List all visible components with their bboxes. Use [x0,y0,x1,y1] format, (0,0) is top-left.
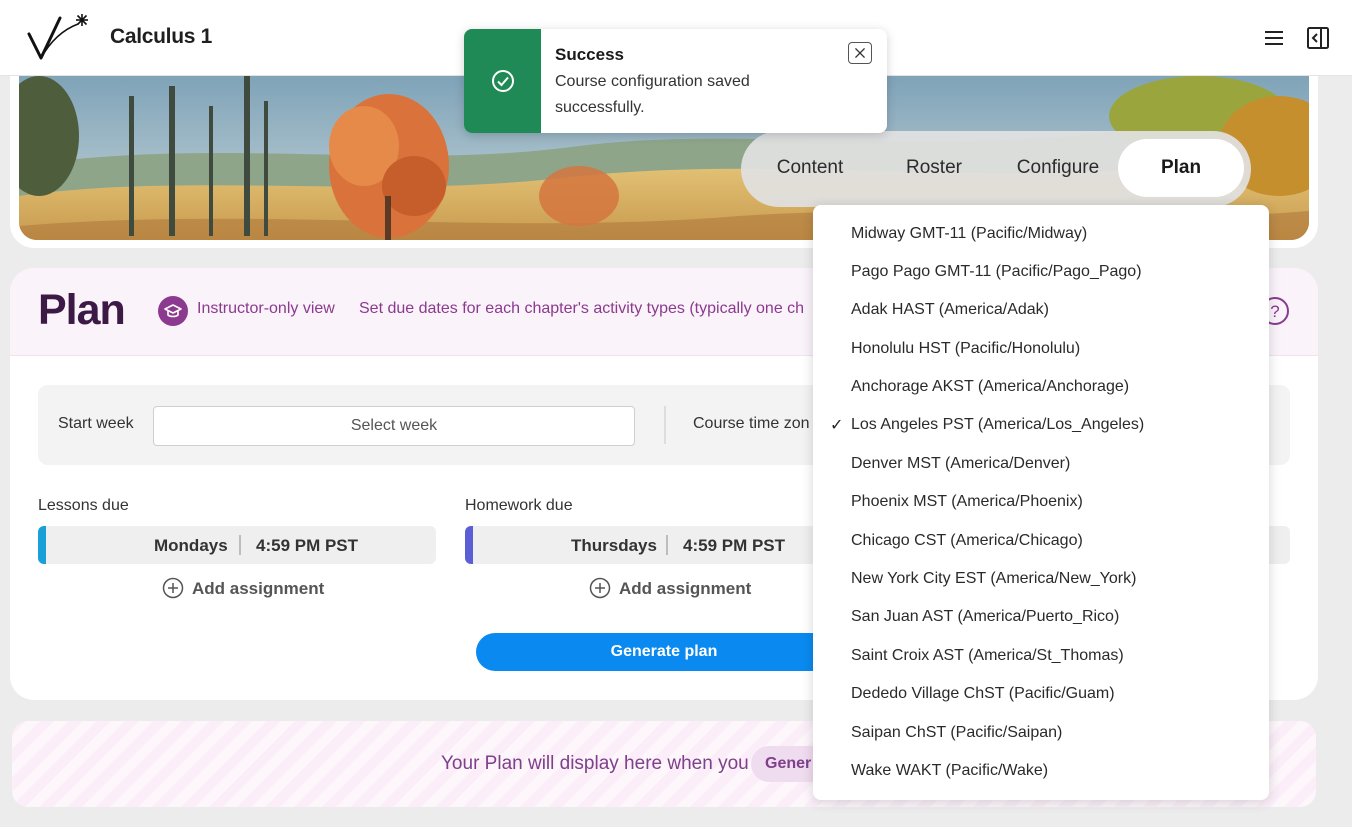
side-panel-toggle-icon[interactable] [1306,26,1330,50]
check-circle-icon [492,70,514,92]
plus-circle-icon [162,577,184,599]
timezone-option[interactable]: Pago Pago GMT-11 (Pacific/Pago_Pago) [813,253,1269,291]
timezone-option[interactable]: Chicago CST (America/Chicago) [813,522,1269,560]
timezone-option-label: New York City EST (America/New_York) [851,570,1137,587]
timezone-option-label: Anchorage AKST (America/Anchorage) [851,378,1130,395]
timezone-option-label: Adak HAST (America/Adak) [851,301,1049,318]
timezone-option-label: Pago Pago GMT-11 (Pacific/Pago_Pago) [851,263,1142,280]
timezone-option[interactable]: Wake WAKT (Pacific/Wake) [813,752,1269,790]
graduation-cap-icon [158,296,188,326]
timezone-option-label: Honolulu HST (Pacific/Honolulu) [851,340,1081,357]
add-assignment-label: Add assignment [192,579,325,598]
timezone-option-label: Saipan ChST (Pacific/Saipan) [851,724,1063,741]
tab-content[interactable]: Content [755,139,865,197]
toast-message: Course configuration saved successfully. [555,73,750,116]
timezone-option-label: Saint Croix AST (America/St_Thomas) [851,647,1124,664]
close-icon[interactable] [848,42,872,64]
plus-circle-icon [589,577,611,599]
timezone-option[interactable]: Adak HAST (America/Adak) [813,291,1269,329]
homework-due-selector[interactable]: Thursdays 4:59 PM PST [465,526,837,564]
course-title: Calculus 1 [110,25,213,48]
timezone-option-label: Los Angeles PST (America/Los_Angeles) [851,416,1145,433]
generate-pill-label: Gener [765,755,812,772]
hamburger-menu-icon[interactable] [1262,26,1286,50]
svg-text:?: ? [1270,302,1279,321]
plan-description: Set due dates for each chapter's activit… [359,300,805,317]
toast-status-band [464,29,541,133]
add-assignment-label: Add assignment [619,579,752,598]
timezone-option-label: Denver MST (America/Denver) [851,455,1071,472]
separator [666,535,668,555]
timezone-option-label: Dededo Village ChST (Pacific/Guam) [851,685,1115,702]
timezone-option[interactable]: Midway GMT-11 (Pacific/Midway) [813,215,1269,253]
lessons-due-label: Lessons due [38,497,129,514]
start-week-input[interactable] [153,406,635,446]
lessons-accent-bar [38,526,46,564]
tab-roster[interactable]: Roster [879,139,989,197]
tab-configure[interactable]: Configure [1003,139,1113,197]
add-lesson-assignment-button[interactable]: Add assignment [162,577,325,601]
timezone-option-selected[interactable]: ✓ Los Angeles PST (America/Los_Angeles) [813,406,1269,444]
add-homework-assignment-button[interactable]: Add assignment [589,577,752,601]
timezone-option-label: Midway GMT-11 (Pacific/Midway) [851,225,1088,242]
timezone-dropdown: Midway GMT-11 (Pacific/Midway) Pago Pago… [813,205,1269,800]
timezone-option[interactable]: Phoenix MST (America/Phoenix) [813,483,1269,521]
tab-plan[interactable]: Plan [1118,139,1244,197]
timezone-option[interactable]: Dededo Village ChST (Pacific/Guam) [813,675,1269,713]
course-timezone-label: Course time zon [693,415,810,432]
timezone-option-label: Wake WAKT (Pacific/Wake) [851,762,1049,779]
checkmark-icon: ✓ [830,417,844,434]
placeholder-text: Your Plan will display here when you [441,753,749,774]
generate-plan-button[interactable]: Generate plan [476,633,852,671]
timezone-option[interactable]: Saint Croix AST (America/St_Thomas) [813,637,1269,675]
timezone-option[interactable]: Honolulu HST (Pacific/Honolulu) [813,330,1269,368]
start-week-label: Start week [58,415,134,432]
lessons-due-selector[interactable]: Mondays 4:59 PM PST [38,526,436,564]
toast-title: Success [555,45,624,64]
success-toast: Success Course configuration saved succe… [464,29,887,133]
divider [664,406,666,444]
app-logo[interactable] [26,12,92,64]
lessons-due-day: Mondays [154,536,228,555]
timezone-option-label: Phoenix MST (America/Phoenix) [851,493,1083,510]
separator [239,535,241,555]
timezone-option-label: San Juan AST (America/Puerto_Rico) [851,608,1120,625]
timezone-option[interactable]: New York City EST (America/New_York) [813,560,1269,598]
timezone-option[interactable]: Denver MST (America/Denver) [813,445,1269,483]
homework-due-time: 4:59 PM PST [683,536,786,555]
lessons-due-time: 4:59 PM PST [256,536,359,555]
homework-due-label: Homework due [465,497,573,514]
homework-accent-bar [465,526,473,564]
timezone-option-label: Chicago CST (America/Chicago) [851,532,1083,549]
course-tabs: Content Roster Configure Plan [741,131,1251,207]
timezone-option[interactable]: San Juan AST (America/Puerto_Rico) [813,598,1269,636]
instructor-only-label: Instructor-only view [197,300,335,317]
timezone-option[interactable]: Anchorage AKST (America/Anchorage) [813,368,1269,406]
homework-due-day: Thursdays [571,536,657,555]
page-title: Plan [38,286,126,334]
timezone-option[interactable]: Saipan ChST (Pacific/Saipan) [813,714,1269,752]
